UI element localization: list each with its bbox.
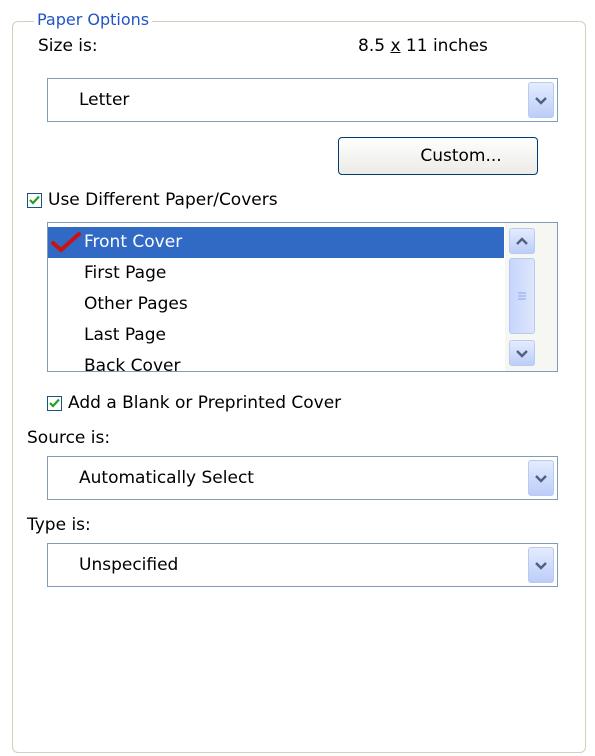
custom-button[interactable]: Custom... [338, 137, 538, 175]
paper-height: 11 inches [400, 36, 488, 56]
paper-size-select[interactable]: Letter [47, 78, 558, 122]
pages-listbox[interactable]: Front Cover First Page Other Pages Last … [47, 222, 558, 372]
paper-source-value: Automatically Select [79, 468, 254, 488]
paper-dimensions: 8.5 x 11 inches [358, 35, 488, 57]
list-item-front-cover[interactable]: Front Cover [48, 227, 504, 258]
list-scrollbar[interactable] [505, 223, 557, 371]
blank-cover-label: Add a Blank or Preprinted Cover [68, 393, 342, 413]
use-different-paper-label: Use Different Paper/Covers [48, 190, 278, 210]
paper-options-group [12, 21, 586, 753]
chevron-down-icon[interactable] [528, 547, 554, 583]
size-label: Size is: [38, 36, 98, 56]
type-label: Type is: [27, 515, 91, 535]
list-item-last-page[interactable]: Last Page [48, 320, 504, 351]
list-item-back-cover[interactable]: Back Cover [48, 351, 504, 372]
chevron-down-icon[interactable] [509, 340, 535, 366]
list-item-label: Other Pages [84, 294, 188, 314]
paper-width: 8.5 [358, 36, 386, 56]
source-label: Source is: [27, 428, 111, 448]
chevron-down-icon[interactable] [528, 82, 554, 118]
list-item-label: Last Page [84, 325, 166, 345]
list-item-other-pages[interactable]: Other Pages [48, 289, 504, 320]
list-item-label: Front Cover [84, 232, 183, 252]
chevron-down-icon[interactable] [528, 460, 554, 496]
paper-type-value: Unspecified [79, 555, 179, 575]
group-title: Paper Options [34, 10, 153, 30]
checkmark-icon[interactable] [47, 395, 62, 411]
paper-options-panel: Paper Options Size is: 8.5 x 11 inches L… [0, 0, 595, 756]
list-item-label: Back Cover [84, 356, 181, 372]
list-item-first-page[interactable]: First Page [48, 258, 504, 289]
paper-source-select[interactable]: Automatically Select [47, 456, 558, 500]
use-different-paper-checkbox[interactable]: Use Different Paper/Covers [27, 189, 278, 211]
dimension-separator: x [390, 36, 401, 56]
chevron-up-icon[interactable] [509, 228, 535, 254]
blank-cover-checkbox[interactable]: Add a Blank or Preprinted Cover [47, 392, 341, 414]
list-item-label: First Page [84, 263, 167, 283]
paper-type-select[interactable]: Unspecified [47, 543, 558, 587]
pages-list: Front Cover First Page Other Pages Last … [48, 227, 504, 372]
checkmark-icon[interactable] [27, 192, 42, 208]
scroll-thumb[interactable] [509, 258, 535, 334]
paper-size-value: Letter [79, 90, 130, 110]
